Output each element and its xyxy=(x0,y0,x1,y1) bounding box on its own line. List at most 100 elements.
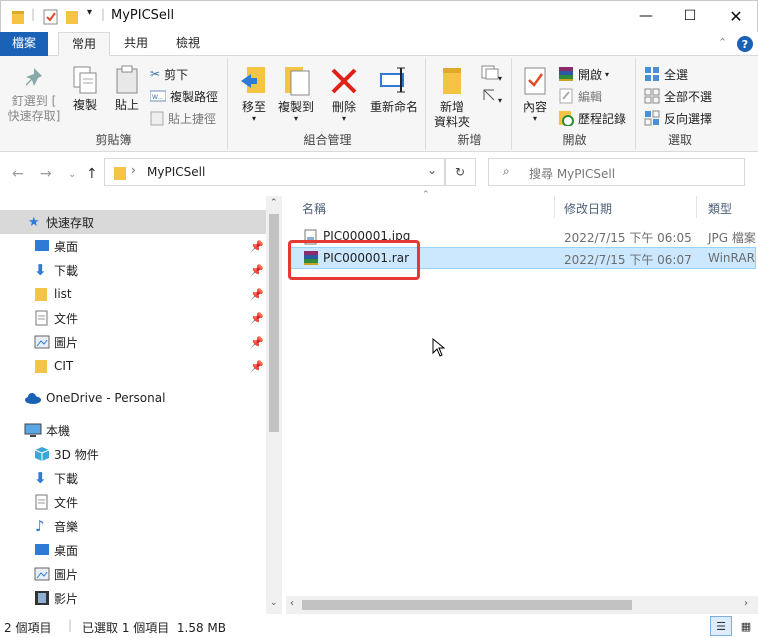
invert-selection-button[interactable]: 反向選擇 xyxy=(644,108,712,128)
pin-icon: 📌 xyxy=(250,311,264,325)
sidebar-item-videos[interactable]: 影片 xyxy=(0,586,266,610)
search-input[interactable]: ⌕ 搜尋 MyPICSell xyxy=(488,158,745,186)
help-icon[interactable]: ? xyxy=(736,35,754,53)
paste-button[interactable]: 貼上 xyxy=(108,64,146,113)
history-icon xyxy=(559,111,574,126)
rename-button[interactable]: 重新命名 xyxy=(366,64,422,115)
new-folder-quick-icon[interactable] xyxy=(65,9,79,25)
breadcrumb-chevron-icon[interactable]: › xyxy=(131,163,136,177)
customize-quick-access-icon[interactable]: ▾ xyxy=(87,7,92,18)
item-count: 2 個項目 xyxy=(4,621,52,635)
tab-share[interactable]: 共用 xyxy=(112,32,160,56)
sidebar-item-downloads[interactable]: ⬇ 下載 📌 xyxy=(0,258,266,282)
scrollbar-thumb[interactable] xyxy=(269,214,279,432)
new-folder-button[interactable]: 新增 資料夾 xyxy=(430,64,474,130)
properties-quick-icon[interactable] xyxy=(43,9,59,25)
scroll-up-icon[interactable]: ⌃ xyxy=(270,198,278,208)
properties-icon xyxy=(524,67,546,95)
sidebar-item-music[interactable]: ♪ 音樂 xyxy=(0,514,266,538)
scrollbar-thumb[interactable] xyxy=(302,600,632,610)
scroll-left-icon[interactable]: ‹ xyxy=(290,598,294,609)
collapse-ribbon-icon[interactable]: ⌃ xyxy=(718,36,727,49)
sidebar-item-list[interactable]: list 📌 xyxy=(0,282,266,306)
sidebar-item-pictures[interactable]: 圖片 📌 xyxy=(0,330,266,354)
column-modified[interactable]: 修改日期 xyxy=(564,200,612,217)
history-button[interactable]: 歷程記錄 xyxy=(558,108,626,128)
sidebar-item-3d-objects[interactable]: 3D 物件 xyxy=(0,442,266,466)
properties-button[interactable]: 內容 ▾ xyxy=(518,64,552,123)
sidebar-item-cit[interactable]: CIT 📌 xyxy=(0,354,266,378)
scroll-right-icon[interactable]: › xyxy=(744,598,748,609)
copy-icon xyxy=(73,66,97,94)
copy-to-icon xyxy=(285,67,310,96)
forward-arrow-icon[interactable]: → xyxy=(40,166,52,182)
copy-button[interactable]: 複製 xyxy=(66,64,104,113)
address-bar[interactable]: › MyPICSell ⌄ xyxy=(104,158,446,186)
svg-text:?: ? xyxy=(742,38,748,51)
column-divider[interactable] xyxy=(554,196,555,218)
selection-info: 已選取 1 個項目 1.58 MB xyxy=(82,621,227,635)
address-dropdown-icon[interactable]: ⌄ xyxy=(427,163,437,177)
column-divider[interactable] xyxy=(696,196,697,218)
picture-icon xyxy=(34,335,50,349)
tab-home[interactable]: 常用 xyxy=(58,32,110,56)
minimize-button[interactable]: — xyxy=(623,1,669,31)
delete-button[interactable]: 刪除 ▾ xyxy=(326,64,362,123)
new-item-icon[interactable]: ▾ xyxy=(480,64,502,82)
sidebar-item-pc-desktop[interactable]: 桌面 xyxy=(0,538,266,562)
sidebar-item-desktop[interactable]: 桌面 📌 xyxy=(0,234,266,258)
sidebar-item-documents[interactable]: 文件 📌 xyxy=(0,306,266,330)
ribbon-tabs: 檔案 常用 共用 檢視 ⌃ ? xyxy=(0,32,758,56)
close-button[interactable]: ✕ xyxy=(713,1,758,31)
rename-icon xyxy=(380,67,405,93)
open-button[interactable]: 開啟 ▾ xyxy=(558,64,609,84)
recent-locations-icon[interactable]: ⌄ xyxy=(68,169,76,180)
maximize-button[interactable]: ☐ xyxy=(667,1,713,31)
edit-button[interactable]: 編輯 xyxy=(558,86,602,106)
separator: | xyxy=(101,7,106,21)
select-all-button[interactable]: 全選 xyxy=(644,64,688,84)
sidebar-scrollbar[interactable]: ⌃ ⌄ xyxy=(266,196,282,614)
sidebar-item-onedrive[interactable]: OneDrive - Personal xyxy=(0,386,266,410)
move-to-button[interactable]: 移至 ▾ xyxy=(236,64,272,123)
svg-text:W...: W... xyxy=(152,94,163,101)
sidebar-item-quick-access[interactable]: ★ 快速存取 xyxy=(0,210,266,234)
open-group: 內容 ▾ 開啟 ▾ 編輯 歷程記錄 開啟 xyxy=(514,58,636,150)
mouse-cursor-icon xyxy=(432,338,446,357)
sort-indicator-icon: ⌃ xyxy=(422,190,430,200)
details-view-button[interactable]: ☰ xyxy=(710,616,732,636)
refresh-button[interactable]: ↻ xyxy=(444,158,476,186)
status-bar: 2 個項目 | 已選取 1 個項目 1.58 MB ☰ ▦ xyxy=(0,614,758,638)
winrar-open-icon xyxy=(559,67,573,81)
paste-shortcut-button[interactable]: 貼上捷徑 xyxy=(150,108,216,128)
folder-icon xyxy=(12,11,24,24)
organize-group: 移至 ▾ 複製到 ▾ 刪除 ▾ 重新命名 組合管理 xyxy=(230,58,426,150)
sidebar-item-this-pc[interactable]: 本機 xyxy=(0,418,266,442)
select-none-button[interactable]: 全部不選 xyxy=(644,86,712,106)
file-modified: 2022/7/15 下午 06:05 xyxy=(564,231,692,245)
copy-path-button[interactable]: W... 複製路徑 xyxy=(150,86,218,106)
tab-file[interactable]: 檔案 xyxy=(0,32,48,56)
sidebar-item-pc-pictures[interactable]: 圖片 xyxy=(0,562,266,586)
edit-icon xyxy=(559,88,573,104)
large-icons-view-button[interactable]: ▦ xyxy=(736,616,756,636)
column-type[interactable]: 類型 xyxy=(708,200,732,217)
paste-icon xyxy=(116,65,138,94)
download-arrow-icon: ⬇ xyxy=(34,469,47,487)
tab-view[interactable]: 檢視 xyxy=(164,32,212,56)
pin-quick-access-button[interactable]: 釘選到 [ 快速存取] xyxy=(6,64,62,124)
easy-access-icon[interactable]: ▾ xyxy=(480,86,502,104)
sidebar-item-pc-documents[interactable]: 文件 xyxy=(0,490,266,514)
delete-dropdown-icon: ▾ xyxy=(341,114,346,123)
scroll-down-icon[interactable]: ⌄ xyxy=(270,598,278,608)
breadcrumb[interactable]: MyPICSell xyxy=(147,165,205,179)
column-name[interactable]: 名稱 xyxy=(302,200,326,217)
copy-to-button[interactable]: 複製到 ▾ xyxy=(276,64,316,123)
up-arrow-icon[interactable]: ↑ xyxy=(86,166,98,182)
cut-button[interactable]: ✂ 剪下 xyxy=(150,64,188,84)
file-modified: 2022/7/15 下午 06:07 xyxy=(564,253,692,267)
back-arrow-icon[interactable]: ← xyxy=(12,166,24,182)
content-scrollbar[interactable]: ‹ › xyxy=(286,596,758,614)
sidebar-item-pc-downloads[interactable]: ⬇ 下載 xyxy=(0,466,266,490)
desktop-icon xyxy=(35,240,49,251)
